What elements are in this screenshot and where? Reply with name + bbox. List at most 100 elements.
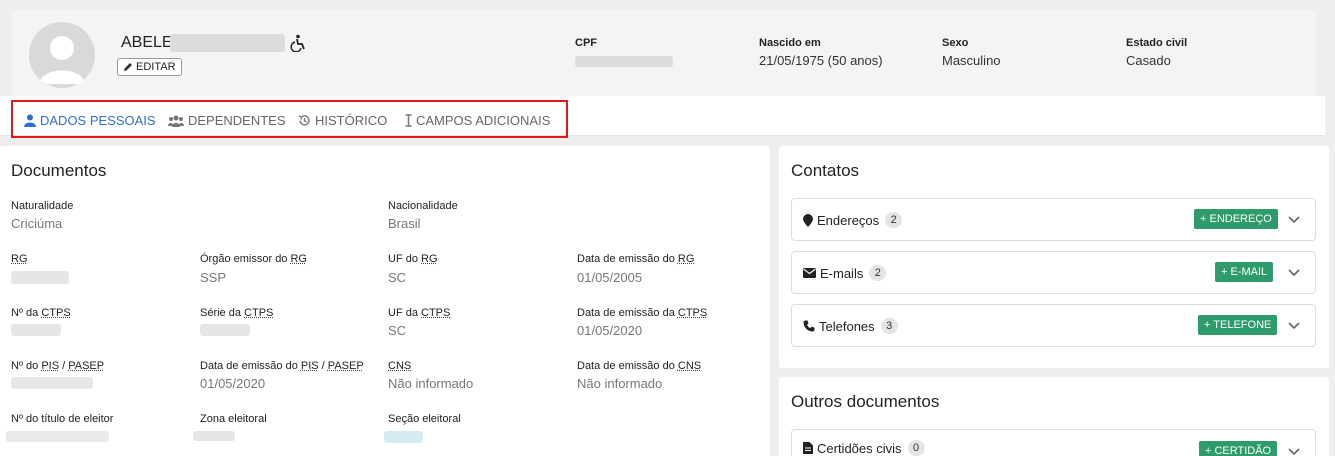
add-telefone-button[interactable]: + TELEFONE (1198, 315, 1278, 335)
documentos-title: Documentos (11, 161, 107, 180)
redacted-rg (11, 271, 69, 284)
data-rg-value: 01/05/2005 (577, 270, 643, 285)
accessibility-icon (290, 34, 305, 52)
emails-label: E-mails 2 (803, 265, 887, 281)
nacionalidade-value: Brasil (388, 216, 421, 231)
tab-historico[interactable]: HISTÓRICO (298, 113, 387, 128)
phone-icon (803, 320, 815, 332)
text-cursor-icon (405, 114, 412, 127)
tab-campos-adicionais[interactable]: CAMPOS ADICIONAIS (405, 113, 550, 128)
titulo-eleitor-label: Nº do título de eleitor (11, 413, 114, 425)
data-ctps-label: Data de emissão da CTPS (577, 307, 707, 319)
pasep-abbr: PASEP (327, 360, 364, 372)
emails-row[interactable]: E-mails 2 + E-MAIL (791, 251, 1316, 294)
serie-ctps-label: Série da CTPS (200, 307, 273, 319)
ctps-abbr: CTPS (421, 307, 451, 319)
outros-documentos-title: Outros documentos (791, 392, 940, 411)
rg-abbr: RG (421, 253, 438, 265)
label-text: Nº da (11, 307, 42, 319)
sex-label: Sexo (942, 37, 969, 49)
row-label: Endereços (817, 212, 880, 228)
add-certidao-button[interactable]: + CERTIDÃO (1199, 441, 1278, 456)
enderecos-row[interactable]: Endereços 2 + ENDEREÇO (791, 198, 1316, 241)
orgao-rg-value: SSP (200, 270, 227, 285)
orgao-rg-label: Órgão emissor do RG (200, 253, 307, 265)
count-badge: 2 (869, 265, 887, 281)
data-ctps-value: 01/05/2020 (577, 323, 643, 338)
rg-abbr: RG (677, 253, 695, 265)
documentos-card (0, 146, 770, 456)
birth-value: 21/05/1975 (50 anos) (759, 53, 883, 68)
add-email-button[interactable]: + E-MAIL (1215, 262, 1274, 282)
data-rg-label: Data de emissão do RG (577, 253, 694, 265)
tab-dados-pessoais[interactable]: DADOS PESSOAIS (24, 113, 156, 128)
cns-abbr: CNS (388, 360, 412, 372)
enderecos-label: Endereços 2 (803, 212, 903, 228)
pis-abbr: PIS (300, 360, 319, 372)
chevron-down-icon[interactable] (1288, 213, 1300, 225)
rg-abbr: RG (11, 253, 28, 265)
redacted-zona (193, 431, 235, 441)
label-text: Data de emissão do (200, 360, 301, 372)
certidoes-row[interactable]: Certidões civis 0 + CERTIDÃO (791, 429, 1316, 456)
zona-eleitoral-label: Zona eleitoral (200, 413, 267, 425)
cns-value: Não informado (388, 376, 474, 391)
secao-eleitoral-label: Seção eleitoral (388, 413, 461, 425)
redacted-name (170, 34, 285, 52)
chevron-down-icon[interactable] (1288, 445, 1300, 456)
avatar (29, 22, 95, 88)
history-icon (298, 115, 310, 126)
label-text: Data de emissão do (577, 360, 678, 372)
user-icon (24, 114, 36, 127)
file-icon (803, 442, 813, 454)
edit-button-label: EDITAR (136, 61, 176, 73)
users-icon (168, 115, 184, 127)
redacted-pis (11, 377, 93, 389)
data-cns-label: Data de emissão do CNS (577, 360, 701, 372)
pasep-abbr: PASEP (68, 360, 105, 372)
add-endereco-button[interactable]: + ENDEREÇO (1194, 209, 1278, 229)
pencil-icon (124, 63, 132, 71)
certidoes-label: Certidões civis 0 (803, 440, 925, 456)
cns-label: CNS (388, 360, 411, 372)
nacionalidade-label: Nacionalidade (388, 200, 458, 212)
sex-value: Masculino (942, 53, 1001, 68)
uf-ctps-value: SC (388, 323, 407, 338)
naturalidade-label: Naturalidade (11, 200, 74, 212)
ctps-abbr: CTPS (41, 307, 71, 319)
chevron-down-icon[interactable] (1288, 319, 1300, 331)
data-pis-value: 01/05/2020 (200, 376, 266, 391)
edit-button[interactable]: EDITAR (117, 58, 182, 76)
pis-label: Nº do PIS / PASEP (11, 360, 104, 372)
avatar-placeholder-icon (39, 36, 85, 84)
count-badge: 2 (885, 212, 903, 228)
pis-abbr: PIS (41, 360, 60, 372)
tab-dependentes[interactable]: DEPENDENTES (168, 113, 286, 128)
row-label: E-mails (820, 265, 864, 281)
cpf-label: CPF (575, 37, 597, 49)
naturalidade-value: Criciúma (11, 216, 63, 231)
chevron-down-icon[interactable] (1288, 266, 1300, 278)
redacted-titulo (6, 431, 109, 442)
label-text: Nº do (11, 360, 42, 372)
count-badge: 0 (907, 440, 925, 456)
label-text: UF da (388, 307, 422, 319)
envelope-icon (803, 268, 816, 278)
label-text: Série da (200, 307, 245, 319)
telefones-row[interactable]: Telefones 3 + TELEFONE (791, 304, 1316, 347)
cns-abbr: CNS (677, 360, 702, 372)
row-label: Certidões civis (817, 440, 902, 456)
count-badge: 3 (880, 318, 898, 334)
ctps-label: Nº da CTPS (11, 307, 71, 319)
row-label: Telefones (819, 318, 875, 334)
tab-label: CAMPOS ADICIONAIS (416, 113, 551, 128)
patient-name: ABELE (121, 34, 173, 51)
ctps-abbr: CTPS (677, 307, 708, 319)
rg-abbr: RG (290, 253, 307, 265)
tab-label: DEPENDENTES (188, 113, 286, 128)
telefones-label: Telefones 3 (803, 318, 898, 334)
rg-label: RG (11, 253, 28, 265)
data-cns-value: Não informado (577, 376, 663, 391)
redacted-cpf (575, 56, 673, 67)
map-marker-icon (803, 213, 813, 227)
